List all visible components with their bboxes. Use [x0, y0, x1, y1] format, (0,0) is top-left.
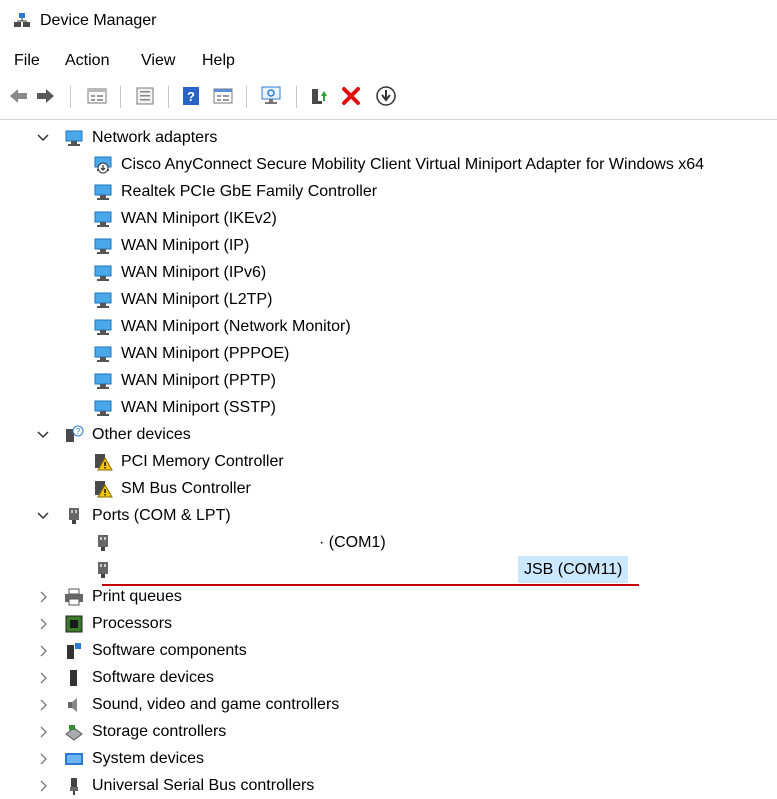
menu-bar: File Action View Help [0, 46, 777, 74]
tree-item-wan-ikev2[interactable]: WAN Miniport (IKEv2) [93, 205, 277, 232]
window-title: Device Manager [40, 12, 157, 29]
warning-device-icon [93, 479, 113, 499]
title-bar: Device Manager [0, 0, 777, 42]
network-adapter-icon [93, 263, 113, 283]
scan-hardware-icon[interactable] [260, 85, 282, 107]
network-adapter-icon [93, 236, 113, 256]
tree-item-wan-ip[interactable]: WAN Miniport (IP) [93, 232, 249, 259]
tree-node-processors[interactable]: Processors [64, 610, 172, 637]
tree-node-ports[interactable]: Ports (COM & LPT) [64, 502, 231, 529]
update-driver-icon[interactable] [308, 85, 330, 107]
chevron-down-icon[interactable] [37, 510, 49, 522]
vpn-adapter-icon [93, 155, 113, 175]
processor-icon [64, 614, 84, 634]
tree-node-system-devices[interactable]: System devices [64, 745, 204, 772]
toolbar-separator [246, 86, 247, 108]
port-icon [64, 506, 84, 526]
tree-node-other-devices[interactable]: ? Other devices [64, 421, 191, 448]
tree-item-wan-l2tp[interactable]: WAN Miniport (L2TP) [93, 286, 272, 313]
menu-action[interactable]: Action [65, 52, 109, 70]
device-manager-icon [13, 11, 31, 29]
svg-text:?: ? [76, 427, 81, 436]
chevron-right-icon[interactable] [37, 699, 49, 711]
toolbar-separator [120, 86, 121, 108]
toolbar-separator [168, 86, 169, 108]
toolbar: ? [0, 82, 777, 112]
svg-text:?: ? [187, 89, 195, 104]
network-adapter-icon [93, 398, 113, 418]
network-adapter-icon [93, 344, 113, 364]
port-icon [93, 533, 113, 553]
speaker-icon [64, 695, 84, 715]
tree-node-usb-controllers[interactable]: Universal Serial Bus controllers [64, 772, 314, 799]
toolbar-separator [296, 86, 297, 108]
port-icon [93, 560, 113, 580]
tree-node-print-queues[interactable]: Print queues [64, 583, 182, 610]
tree-item-com11[interactable]: JSB (COM11) [93, 556, 638, 583]
tree-item-pci-memory-controller[interactable]: PCI Memory Controller [93, 448, 284, 475]
network-adapter-icon [93, 182, 113, 202]
back-icon[interactable] [8, 85, 30, 107]
selected-item-label: JSB (COM11) [518, 556, 629, 583]
network-adapter-icon [93, 371, 113, 391]
red-annotation-underline [102, 584, 639, 586]
download-icon[interactable] [375, 85, 397, 107]
menu-view[interactable]: View [141, 52, 175, 70]
toolbar-separator [70, 86, 71, 108]
system-device-icon [64, 749, 84, 769]
usb-icon [64, 776, 84, 796]
chevron-right-icon[interactable] [37, 591, 49, 603]
view-icon[interactable] [134, 85, 156, 107]
forward-icon[interactable] [34, 85, 56, 107]
software-component-icon [64, 641, 84, 661]
tree-item-realtek[interactable]: Realtek PCIe GbE Family Controller [93, 178, 377, 205]
toolbar-divider [0, 119, 777, 120]
printer-icon [64, 587, 84, 607]
tree-item-wan-network-monitor[interactable]: WAN Miniport (Network Monitor) [93, 313, 351, 340]
menu-file[interactable]: File [14, 52, 40, 70]
storage-controller-icon [64, 722, 84, 742]
details-icon[interactable] [212, 85, 234, 107]
tree-item-com1[interactable]: · (COM1) [93, 529, 386, 556]
chevron-right-icon[interactable] [37, 753, 49, 765]
tree-item-wan-sstp[interactable]: WAN Miniport (SSTP) [93, 394, 276, 421]
chevron-right-icon[interactable] [37, 618, 49, 630]
tree-item-wan-pppoe[interactable]: WAN Miniport (PPPOE) [93, 340, 289, 367]
tree-item-wan-ipv6[interactable]: WAN Miniport (IPv6) [93, 259, 266, 286]
unknown-device-icon: ? [64, 425, 84, 445]
chevron-right-icon[interactable] [37, 726, 49, 738]
warning-device-icon [93, 452, 113, 472]
chevron-right-icon[interactable] [37, 780, 49, 792]
tree-node-software-devices[interactable]: Software devices [64, 664, 214, 691]
network-adapter-icon [93, 290, 113, 310]
chevron-down-icon[interactable] [37, 429, 49, 441]
uninstall-icon[interactable] [340, 85, 362, 107]
menu-help[interactable]: Help [202, 52, 235, 70]
network-adapter-icon [93, 317, 113, 337]
tree-node-storage-controllers[interactable]: Storage controllers [64, 718, 226, 745]
chevron-right-icon[interactable] [37, 645, 49, 657]
software-device-icon [64, 668, 84, 688]
chevron-down-icon[interactable] [37, 132, 49, 144]
tree-item-wan-pptp[interactable]: WAN Miniport (PPTP) [93, 367, 276, 394]
tree-node-software-components[interactable]: Software components [64, 637, 247, 664]
tree-item-cisco-anyconnect[interactable]: Cisco AnyConnect Secure Mobility Client … [93, 151, 704, 178]
tree-node-sound-video-game[interactable]: Sound, video and game controllers [64, 691, 339, 718]
help-icon[interactable]: ? [180, 85, 202, 107]
network-adapter-icon [93, 209, 113, 229]
chevron-right-icon[interactable] [37, 672, 49, 684]
tree-item-sm-bus-controller[interactable]: SM Bus Controller [93, 475, 251, 502]
network-adapter-icon [64, 128, 84, 148]
properties-icon[interactable] [86, 85, 108, 107]
tree-node-network-adapters[interactable]: Network adapters [64, 124, 217, 151]
